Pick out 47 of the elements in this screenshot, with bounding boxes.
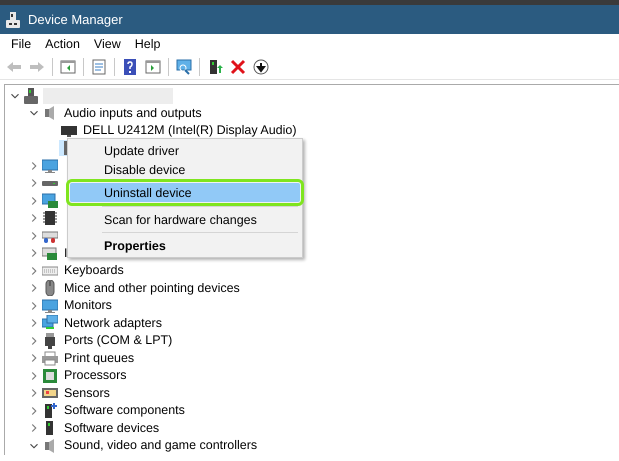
tree-item-label[interactable]: I	[62, 244, 70, 263]
tree-item-label[interactable]: Processors	[62, 366, 129, 386]
chip-icon	[42, 210, 58, 226]
menu-item[interactable]: Help	[128, 35, 168, 54]
tree-item-label[interactable]: Sensors	[62, 384, 112, 403]
display-adapter-icon	[42, 192, 58, 209]
menu-item[interactable]: View	[86, 35, 128, 54]
menu-item[interactable]: Update driver	[70, 141, 300, 160]
panel-icon	[60, 59, 76, 75]
monitor-icon	[42, 158, 58, 174]
download-button[interactable]	[251, 57, 271, 77]
software-component-icon	[42, 402, 58, 419]
tree-item-label[interactable]: Software components	[62, 401, 187, 420]
tree-item-label[interactable]: Ports (COM & LPT)	[62, 331, 174, 350]
tree-item-label[interactable]: Sound, video and game controllers	[62, 436, 260, 456]
network-icon	[42, 315, 58, 332]
scan-monitor-button[interactable]	[174, 57, 194, 77]
device-manager-icon	[6, 12, 20, 28]
tree-item-label[interactable]: Audio inputs and outputs	[62, 104, 204, 123]
tree-item-label[interactable]: DELL U2412M (Intel(R) Display Audio)	[81, 121, 299, 140]
tree-item-label[interactable]: Monitors	[62, 296, 114, 316]
run-panel-icon	[145, 59, 161, 75]
delete-icon	[230, 59, 246, 75]
tree-item-label[interactable]: Network adapters	[62, 314, 164, 333]
tree-item-label[interactable]: Software devices	[62, 418, 162, 438]
menu-item[interactable]: File	[4, 35, 38, 54]
tree-item-label[interactable]: Keyboards	[62, 261, 126, 280]
menu-item[interactable]: Scan for hardware changes	[70, 210, 300, 229]
properties-sheet-icon	[91, 59, 107, 75]
controller-card-icon	[42, 245, 58, 262]
tree-item-label[interactable]: Print queues	[62, 348, 136, 368]
delete-button[interactable]	[228, 57, 248, 77]
menu-item[interactable]: Action	[38, 35, 87, 54]
processor-icon	[42, 368, 58, 384]
monitor-icon	[42, 298, 58, 314]
menu-item[interactable]: Properties	[70, 236, 300, 255]
printer-icon	[42, 350, 58, 366]
scan-monitor-icon	[176, 59, 192, 75]
update-driver-icon	[207, 59, 223, 75]
menu-item[interactable]: Disable device	[70, 160, 300, 179]
help-icon	[122, 59, 138, 75]
window-title: Device Manager	[28, 10, 123, 29]
download-icon	[253, 59, 269, 75]
computer-icon	[23, 88, 39, 104]
port-icon	[42, 332, 58, 349]
tree-item-label[interactable]: Mice and other pointing devices	[62, 278, 242, 298]
menu-item[interactable]: Uninstall device	[70, 183, 300, 202]
